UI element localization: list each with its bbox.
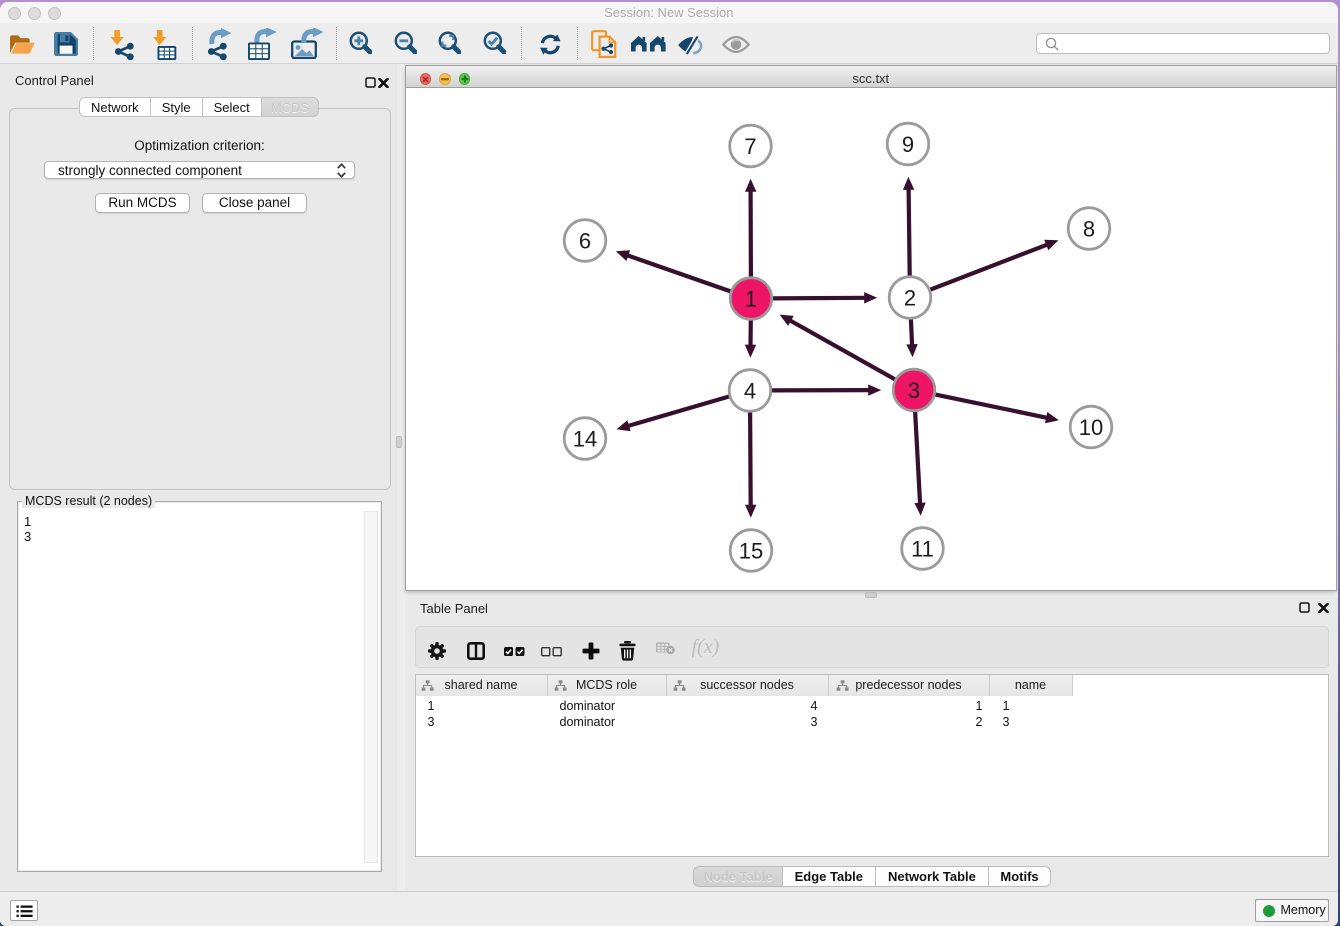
svg-text:4: 4 [744, 378, 756, 403]
svg-text:14: 14 [573, 426, 597, 451]
svg-text:2: 2 [904, 285, 916, 310]
svg-text:1: 1 [745, 286, 757, 311]
svg-text:6: 6 [579, 228, 591, 253]
svg-text:15: 15 [739, 538, 763, 563]
svg-text:3: 3 [908, 378, 920, 403]
svg-text:8: 8 [1083, 216, 1095, 241]
svg-text:10: 10 [1079, 415, 1103, 440]
svg-text:7: 7 [744, 134, 756, 159]
svg-text:9: 9 [902, 132, 914, 157]
svg-text:11: 11 [911, 536, 934, 561]
